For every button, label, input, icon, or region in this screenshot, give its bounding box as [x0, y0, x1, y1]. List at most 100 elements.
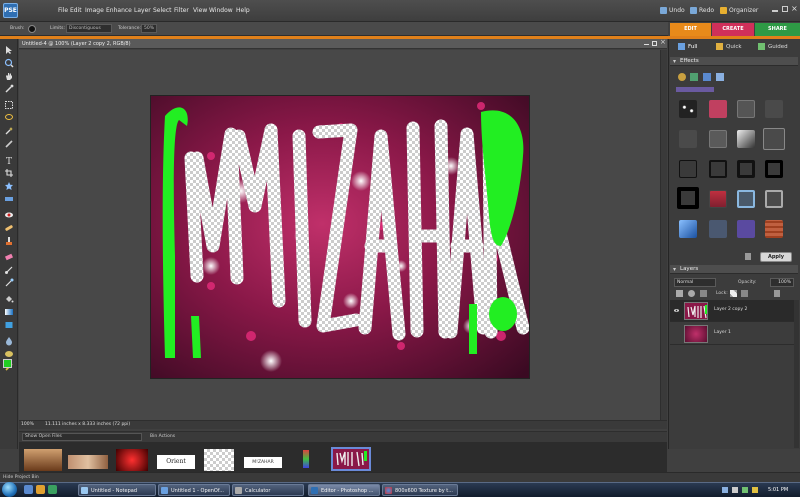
crop-tool-icon[interactable]: [4, 168, 14, 178]
collapse-triangle-icon[interactable]: ▾: [673, 58, 676, 65]
opacity-field[interactable]: 100%: [770, 278, 794, 287]
apply-button[interactable]: Apply: [760, 252, 792, 262]
effect-thumb[interactable]: [679, 160, 697, 178]
collapse-triangle-icon[interactable]: ▾: [673, 266, 676, 273]
volume-icon[interactable]: [732, 487, 738, 493]
paint-bucket-icon[interactable]: [4, 294, 14, 304]
move-tool-icon[interactable]: [4, 45, 14, 55]
show-desktop-icon[interactable]: [24, 485, 33, 494]
menu-window[interactable]: Window: [209, 6, 233, 16]
effect-thumb[interactable]: [709, 190, 727, 208]
tolerance-field[interactable]: 50%: [141, 24, 157, 33]
effect-thumb[interactable]: [737, 130, 755, 148]
bin-thumbnail[interactable]: Orient: [157, 455, 195, 469]
bin-thumbnail[interactable]: [204, 449, 234, 471]
taskbar-photoshop-editor[interactable]: Editor - Photoshop ...: [308, 484, 380, 496]
menu-help[interactable]: Help: [236, 6, 250, 16]
menu-edit[interactable]: Edit: [70, 6, 82, 16]
subtab-quick[interactable]: Quick: [726, 41, 742, 53]
bin-thumbnail[interactable]: [24, 449, 62, 471]
hand-tool-icon[interactable]: [4, 71, 14, 81]
effect-thumb[interactable]: [737, 160, 755, 178]
menu-select[interactable]: Select: [153, 6, 172, 16]
start-button[interactable]: [2, 482, 17, 497]
organizer-button[interactable]: Organizer: [720, 5, 758, 17]
effect-thumb[interactable]: [737, 100, 755, 118]
doc-maximize-icon[interactable]: [652, 41, 657, 46]
bin-thumbnail[interactable]: M!ZAHAR: [244, 457, 282, 468]
effect-thumb[interactable]: [737, 220, 755, 238]
layer-row-selected[interactable]: Layer 2 copy 2: [670, 300, 794, 322]
foreground-color-swatch[interactable]: [3, 359, 12, 368]
zoom-level[interactable]: 100%: [21, 421, 34, 428]
tab-edit[interactable]: EDIT: [670, 23, 711, 36]
effect-thumb[interactable]: [765, 100, 783, 118]
red-eye-tool-icon[interactable]: [4, 210, 14, 220]
tab-share[interactable]: SHARE: [755, 23, 800, 36]
eye-icon[interactable]: [674, 308, 679, 313]
effect-thumb[interactable]: [765, 220, 783, 238]
filters-category-icon[interactable]: [678, 73, 686, 81]
menu-view[interactable]: View: [193, 6, 207, 16]
bin-thumbnail[interactable]: [68, 455, 108, 469]
minimize-icon[interactable]: [772, 10, 778, 12]
menu-enhance[interactable]: Enhance: [106, 6, 132, 16]
bin-thumbnail[interactable]: [116, 449, 148, 471]
selection-brush-icon[interactable]: [4, 139, 14, 149]
hide-project-bin-toggle[interactable]: Hide Project Bin: [3, 474, 39, 482]
blur-tool-icon[interactable]: [4, 336, 14, 346]
adjustment-layer-icon[interactable]: [688, 290, 695, 297]
network-icon[interactable]: [742, 487, 748, 493]
taskbar-calculator[interactable]: Calculator: [232, 484, 304, 496]
type-tool-icon[interactable]: T: [4, 155, 14, 165]
taskbar-clock[interactable]: 5:01 PM: [768, 486, 788, 495]
healing-brush-icon[interactable]: [4, 223, 14, 233]
taskbar-notepad[interactable]: Untitled - Notepad: [78, 484, 156, 496]
effect-thumb[interactable]: [763, 128, 785, 150]
clone-stamp-icon[interactable]: [4, 236, 14, 246]
delete-layer-icon[interactable]: [774, 290, 780, 297]
taskbar-openoffice[interactable]: Untitled 1 - OpenOf...: [158, 484, 230, 496]
effect-thumb[interactable]: [679, 220, 697, 238]
photo-effects-category-icon[interactable]: [703, 73, 711, 81]
tab-create[interactable]: CREATE: [712, 23, 754, 36]
eraser-tool-icon[interactable]: [4, 252, 14, 262]
image-canvas[interactable]: [150, 95, 530, 379]
effect-thumb[interactable]: [737, 190, 755, 208]
sponge-tool-icon[interactable]: [4, 349, 14, 359]
maximize-icon[interactable]: [782, 6, 788, 12]
layer-row[interactable]: Layer 1: [670, 323, 794, 345]
trash-icon[interactable]: [745, 253, 751, 260]
quick-launch-icon[interactable]: [48, 485, 57, 494]
effects-category-select[interactable]: [676, 87, 714, 92]
taskbar-browser[interactable]: 800x600 Texture by t...: [382, 484, 458, 496]
lock-transparency-icon[interactable]: [730, 290, 737, 297]
close-icon[interactable]: ×: [791, 4, 798, 13]
layers-scrollbar[interactable]: [794, 300, 799, 448]
bin-thumbnail-active[interactable]: [331, 447, 371, 471]
lock-all-icon[interactable]: [741, 290, 748, 297]
redo-button[interactable]: Redo: [690, 5, 714, 17]
menu-file[interactable]: File: [58, 6, 68, 16]
show-open-files-select[interactable]: Show Open Files: [22, 433, 142, 441]
blend-mode-select[interactable]: Normal: [674, 278, 716, 287]
effect-thumb[interactable]: [677, 187, 699, 209]
straighten-tool-icon[interactable]: [4, 194, 14, 204]
subtab-full[interactable]: Full: [688, 41, 697, 53]
tray-icon[interactable]: [752, 487, 758, 493]
cookie-cutter-icon[interactable]: [4, 181, 14, 191]
doc-close-icon[interactable]: ×: [660, 38, 666, 46]
menu-layer[interactable]: Layer: [134, 6, 151, 16]
new-layer-icon[interactable]: [676, 290, 683, 297]
lasso-tool-icon[interactable]: [4, 113, 14, 123]
all-effects-category-icon[interactable]: [716, 73, 724, 81]
magic-wand-tool-icon[interactable]: [4, 126, 14, 136]
effect-thumb[interactable]: [709, 130, 727, 148]
limits-select[interactable]: Discontiguous: [66, 24, 112, 33]
layer-styles-category-icon[interactable]: [690, 73, 698, 81]
effect-thumb[interactable]: [679, 130, 697, 148]
effect-thumb[interactable]: [765, 160, 783, 178]
effect-thumb[interactable]: [709, 100, 727, 118]
smart-brush-icon[interactable]: [4, 278, 14, 288]
effect-thumb[interactable]: [709, 220, 727, 238]
